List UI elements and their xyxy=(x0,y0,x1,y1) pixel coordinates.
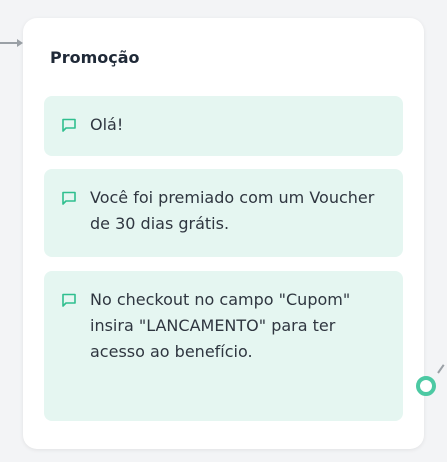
incoming-connector-line xyxy=(0,42,18,44)
message-icon xyxy=(62,118,76,132)
message-block[interactable]: No checkout no campo "Cupom" insira "LAN… xyxy=(44,271,403,421)
message-icon xyxy=(62,191,76,205)
message-text: Olá! xyxy=(90,115,124,134)
flow-node-card[interactable]: Promoção Olá! Você foi premiado com um V… xyxy=(23,18,424,449)
message-block[interactable]: Você foi premiado com um Voucher de 30 d… xyxy=(44,169,403,257)
message-text: Você foi premiado com um Voucher de 30 d… xyxy=(90,188,375,233)
message-text: No checkout no campo "Cupom" insira "LAN… xyxy=(90,290,351,361)
message-icon xyxy=(62,293,76,307)
node-title: Promoção xyxy=(50,48,140,67)
output-port-handle[interactable] xyxy=(416,376,436,396)
outgoing-connector-line xyxy=(437,364,445,374)
message-block[interactable]: Olá! xyxy=(44,96,403,156)
